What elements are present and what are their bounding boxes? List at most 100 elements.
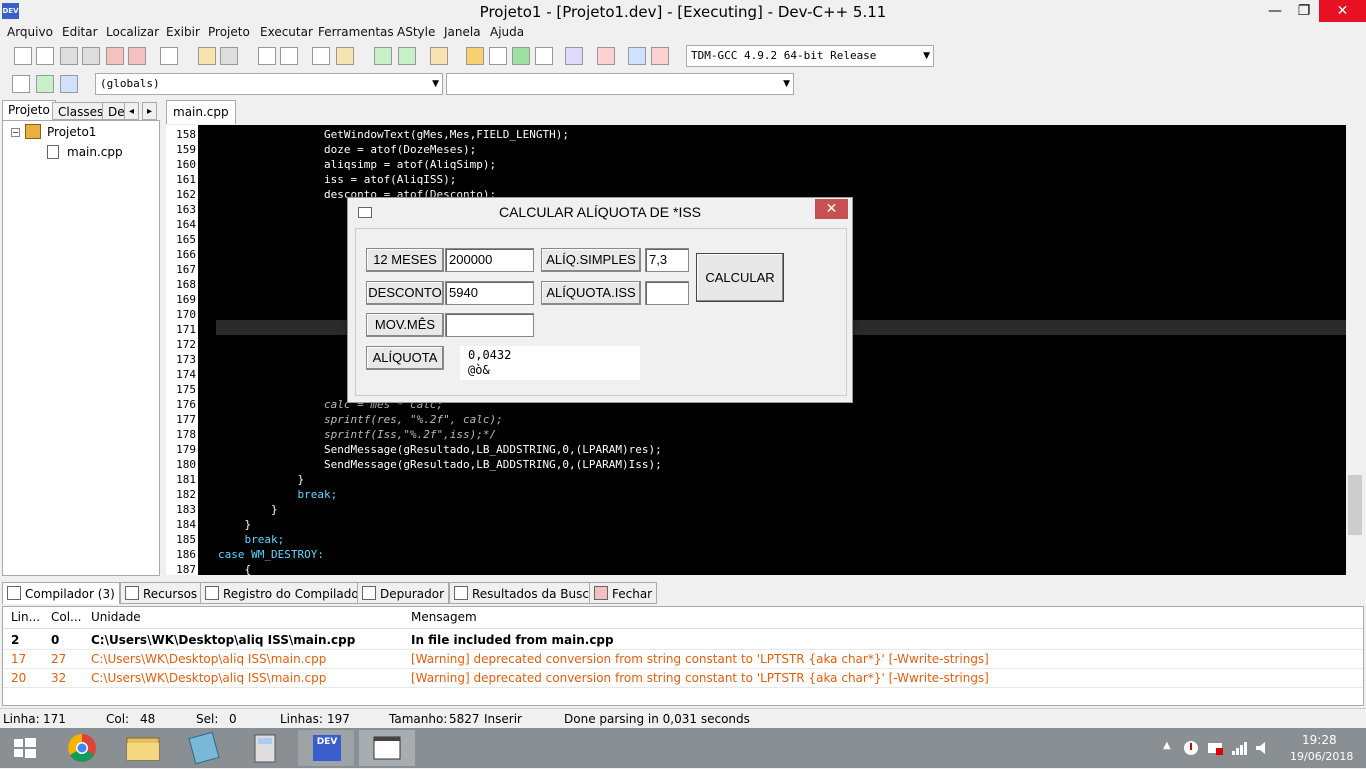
code-line[interactable]: }: [218, 517, 251, 532]
menu-arquivo[interactable]: Arquivo: [7, 25, 53, 39]
tab-resultados-busca[interactable]: Resultados da Busca: [449, 582, 602, 604]
message-row[interactable]: 17 27 C:\Users\WK\Desktop\aliq ISS\main.…: [3, 650, 1363, 669]
menu-exibir[interactable]: Exibir: [166, 25, 200, 39]
tab-compilador[interactable]: Compilador (3): [2, 582, 120, 604]
print-icon[interactable]: [160, 47, 178, 65]
goto-definition-icon[interactable]: [36, 75, 54, 93]
clock-date[interactable]: 19/06/2018: [1290, 750, 1353, 763]
undo-icon[interactable]: [198, 47, 216, 65]
scroll-thumb[interactable]: [1348, 475, 1362, 535]
add-to-project-icon[interactable]: [374, 47, 392, 65]
message-row[interactable]: 2 0 C:\Users\WK\Desktop\aliq ISS\main.cp…: [3, 631, 1363, 650]
input-desconto[interactable]: 5940: [445, 281, 534, 305]
tab-fechar[interactable]: Fechar: [589, 582, 658, 604]
tray-network-icon[interactable]: [1206, 739, 1224, 757]
project-options-icon[interactable]: [430, 47, 448, 65]
code-line[interactable]: GetWindowText(gMes,Mes,FIELD_LENGTH);: [218, 127, 569, 142]
collapse-icon[interactable]: −: [11, 128, 20, 137]
menu-localizar[interactable]: Localizar: [106, 25, 159, 39]
tray-signal-icon[interactable]: [1230, 739, 1248, 757]
code-line[interactable]: SendMessage(gResultado,LB_ADDSTRING,0,(L…: [218, 457, 662, 472]
save-all-icon[interactable]: [82, 47, 100, 65]
maximize-button[interactable]: ❐: [1289, 0, 1319, 22]
run-icon[interactable]: [489, 47, 507, 65]
tab-classes[interactable]: Classes: [52, 102, 110, 120]
dev-cpp-icon[interactable]: DEV: [2, 3, 19, 19]
code-line[interactable]: SendMessage(gResultado,LB_ADDSTRING,0,(L…: [218, 442, 662, 457]
input-aliq-simples[interactable]: 7,3: [645, 248, 689, 272]
compiler-select[interactable]: TDM-GCC 4.9.2 64-bit Release ▼: [686, 45, 934, 67]
unindent-icon[interactable]: [336, 47, 354, 65]
header-linha[interactable]: Lin...: [11, 610, 40, 624]
remove-from-project-icon[interactable]: [398, 47, 416, 65]
taskbar-notes[interactable]: [176, 730, 232, 766]
profile-chart-icon[interactable]: [628, 47, 646, 65]
close-button[interactable]: ✕: [1319, 0, 1366, 22]
dialog-close-button[interactable]: ✕: [815, 199, 848, 219]
menu-ferramentas[interactable]: Ferramentas: [318, 25, 394, 39]
close-file-icon[interactable]: [106, 47, 124, 65]
menu-ajuda[interactable]: Ajuda: [490, 25, 524, 39]
tray-warning-icon[interactable]: [1182, 739, 1200, 757]
new-file-icon[interactable]: [14, 47, 32, 65]
redo-icon[interactable]: [220, 47, 238, 65]
tab-recursos[interactable]: Recursos: [120, 582, 203, 604]
code-line[interactable]: {: [218, 562, 251, 575]
code-line[interactable]: }: [218, 472, 304, 487]
goto-declaration-icon[interactable]: [12, 75, 30, 93]
tab-scroll-left-icon[interactable]: ◂: [124, 102, 140, 120]
close-all-icon[interactable]: [128, 47, 146, 65]
compile-icon[interactable]: [466, 47, 484, 65]
compile-run-icon[interactable]: [512, 47, 530, 65]
code-line[interactable]: break;: [218, 532, 284, 547]
find-icon[interactable]: [258, 47, 276, 65]
input-12-meses[interactable]: 200000: [445, 248, 534, 272]
menu-editar[interactable]: Editar: [62, 25, 98, 39]
calcular-button[interactable]: CALCULAR: [696, 253, 784, 302]
code-line[interactable]: case WM_DESTROY:: [218, 547, 324, 562]
tab-scroll-right-icon[interactable]: ▸: [142, 102, 158, 120]
indent-icon[interactable]: [312, 47, 330, 65]
scope-select[interactable]: (globals) ▼: [95, 73, 443, 95]
taskbar-devcpp[interactable]: DEV: [298, 730, 354, 766]
tree-project[interactable]: Projeto1: [47, 125, 96, 139]
code-line[interactable]: }: [218, 502, 278, 517]
tray-chevron-up-icon[interactable]: ▲: [1163, 740, 1171, 751]
code-line[interactable]: aliqsimp = atof(AliqSimp);: [218, 157, 496, 172]
replace-icon[interactable]: [280, 47, 298, 65]
header-unidade[interactable]: Unidade: [91, 610, 141, 624]
taskbar-running-app[interactable]: [359, 730, 415, 766]
clock-time[interactable]: 19:28: [1302, 733, 1337, 747]
menu-astyle[interactable]: AStyle: [397, 25, 435, 39]
menu-projeto[interactable]: Projeto: [208, 25, 250, 39]
tab-registro[interactable]: Registro do Compilador: [200, 582, 369, 604]
start-button[interactable]: [0, 730, 50, 766]
taskbar-chrome[interactable]: [54, 730, 110, 766]
editor-scrollbar[interactable]: [1346, 125, 1364, 575]
message-row[interactable]: 20 32 C:\Users\WK\Desktop\aliq ISS\main.…: [3, 669, 1363, 688]
function-select[interactable]: ▼: [446, 73, 794, 95]
menu-janela[interactable]: Janela: [444, 25, 481, 39]
rebuild-icon[interactable]: [535, 47, 553, 65]
menu-executar[interactable]: Executar: [260, 25, 313, 39]
code-line[interactable]: break;: [218, 487, 337, 502]
header-coluna[interactable]: Col...: [51, 610, 82, 624]
input-aliquota-iss[interactable]: [645, 281, 689, 305]
tab-depurador[interactable]: Depurador: [357, 582, 450, 604]
tab-projeto[interactable]: Projeto: [2, 100, 56, 120]
code-line[interactable]: sprintf(Iss,"%.2f",iss);*/: [218, 427, 496, 442]
input-mov-mes[interactable]: [445, 313, 534, 337]
syntax-check-icon[interactable]: [565, 47, 583, 65]
taskbar-calculator[interactable]: [237, 730, 293, 766]
bookmark-icon[interactable]: [60, 75, 78, 93]
stop-icon[interactable]: [597, 47, 615, 65]
save-icon[interactable]: [60, 47, 78, 65]
taskbar-explorer[interactable]: [115, 730, 171, 766]
tray-volume-icon[interactable]: [1254, 739, 1272, 757]
code-line[interactable]: sprintf(res, "%.2f", calc);: [218, 412, 503, 427]
code-line[interactable]: doze = atof(DozeMeses);: [218, 142, 476, 157]
tab-main-cpp[interactable]: main.cpp: [166, 100, 236, 124]
minimize-button[interactable]: —: [1260, 0, 1290, 22]
open-file-icon[interactable]: [36, 47, 54, 65]
delete-profile-icon[interactable]: [651, 47, 669, 65]
